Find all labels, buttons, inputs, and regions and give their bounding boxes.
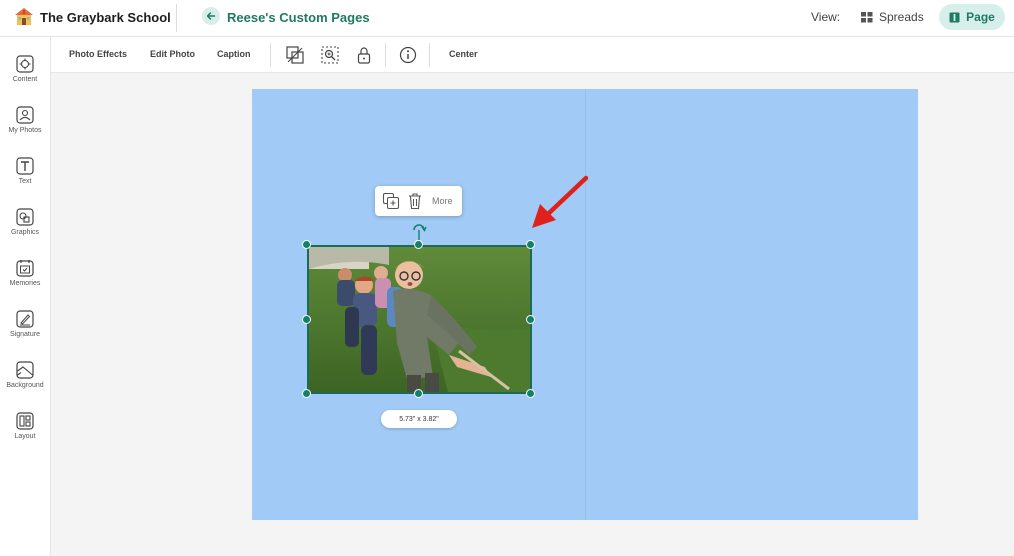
- graphics-icon: [16, 208, 34, 226]
- sidebar-label-layout: Layout: [14, 433, 36, 440]
- sidebar-item-background[interactable]: Background: [0, 357, 50, 403]
- toolbar-divider: [385, 43, 386, 67]
- photo-toolbar: Photo Effects Edit Photo Caption Center: [51, 37, 1014, 73]
- single-page-icon: [949, 12, 960, 22]
- toolbar-divider: [429, 43, 430, 67]
- resize-handle-left[interactable]: [302, 315, 311, 324]
- center-button[interactable]: Center: [449, 49, 478, 59]
- resize-handle-top[interactable]: [414, 240, 423, 249]
- sidebar-item-my-photos[interactable]: My Photos: [0, 102, 50, 148]
- floating-photo-actions: More: [375, 186, 462, 216]
- zoom-crop-icon[interactable]: [320, 45, 340, 65]
- sidebar-label-content: Content: [12, 76, 38, 83]
- background-icon: [16, 361, 34, 379]
- sidebar-item-content[interactable]: Content: [0, 51, 50, 97]
- view-label: View:: [811, 10, 841, 24]
- arrow-left-icon: [206, 12, 216, 20]
- resize-handle-top-left[interactable]: [302, 240, 311, 249]
- layout-icon: [16, 412, 34, 430]
- sidebar-item-graphics[interactable]: Graphics: [0, 204, 50, 250]
- back-button[interactable]: [202, 7, 220, 25]
- red-annotation-arrow-icon: [532, 175, 589, 228]
- edit-photo-button[interactable]: Edit Photo: [150, 49, 195, 59]
- signature-icon: [16, 310, 34, 328]
- text-icon: [16, 157, 34, 175]
- sidebar-label-graphics: Graphics: [10, 229, 39, 236]
- header-divider: [176, 4, 177, 32]
- page-fold-line: [585, 89, 586, 520]
- sidebar-label-background: Background: [6, 382, 44, 389]
- my-photos-icon: [16, 106, 34, 124]
- lock-icon[interactable]: [354, 45, 374, 65]
- content-icon: [16, 55, 34, 73]
- resize-handle-bottom-right[interactable]: [526, 389, 535, 398]
- school-name[interactable]: The Graybark School: [40, 10, 171, 25]
- info-icon[interactable]: [398, 45, 418, 65]
- resize-handle-top-right[interactable]: [526, 240, 535, 249]
- school-house-icon: [15, 8, 33, 25]
- more-button[interactable]: More: [432, 196, 453, 206]
- selected-photo-kids-tug-of-war[interactable]: [307, 245, 532, 394]
- trash-icon[interactable]: [407, 192, 423, 210]
- photo-image: [309, 247, 530, 392]
- project-title[interactable]: Reese's Custom Pages: [227, 10, 370, 25]
- photo-effects-button[interactable]: Photo Effects: [69, 49, 127, 59]
- caption-button[interactable]: Caption: [217, 49, 251, 59]
- toolbar-divider: [270, 43, 271, 67]
- resize-handle-right[interactable]: [526, 315, 535, 324]
- spreads-view-button[interactable]: Spreads: [853, 5, 932, 29]
- sidebar-label-signature: Signature: [10, 331, 40, 338]
- page-view-button[interactable]: Page: [939, 4, 1005, 30]
- sidebar-label-my-photos: My Photos: [8, 127, 42, 134]
- resize-handle-bottom[interactable]: [414, 389, 423, 398]
- sidebar-item-signature[interactable]: Signature: [0, 306, 50, 352]
- replace-photo-icon[interactable]: [285, 45, 305, 65]
- resize-handle-bottom-left[interactable]: [302, 389, 311, 398]
- rotate-handle-icon[interactable]: [410, 222, 428, 242]
- top-header: The Graybark School Reese's Custom Pages…: [0, 0, 1014, 37]
- sidebar-item-layout[interactable]: Layout: [0, 408, 50, 454]
- left-sidebar: Content My Photos Text Graphics Memories…: [0, 37, 51, 556]
- page-label: Page: [966, 10, 995, 24]
- spreads-label: Spreads: [879, 10, 924, 24]
- sidebar-item-text[interactable]: Text: [0, 153, 50, 199]
- photo-size-label: 5.73" x 3.82": [381, 410, 457, 428]
- memories-icon: [16, 260, 34, 277]
- duplicate-icon[interactable]: [382, 192, 400, 210]
- sidebar-label-memories: Memories: [9, 280, 41, 287]
- sidebar-label-text: Text: [18, 178, 32, 185]
- grid-icon: [861, 11, 873, 22]
- sidebar-item-memories[interactable]: Memories: [0, 255, 50, 301]
